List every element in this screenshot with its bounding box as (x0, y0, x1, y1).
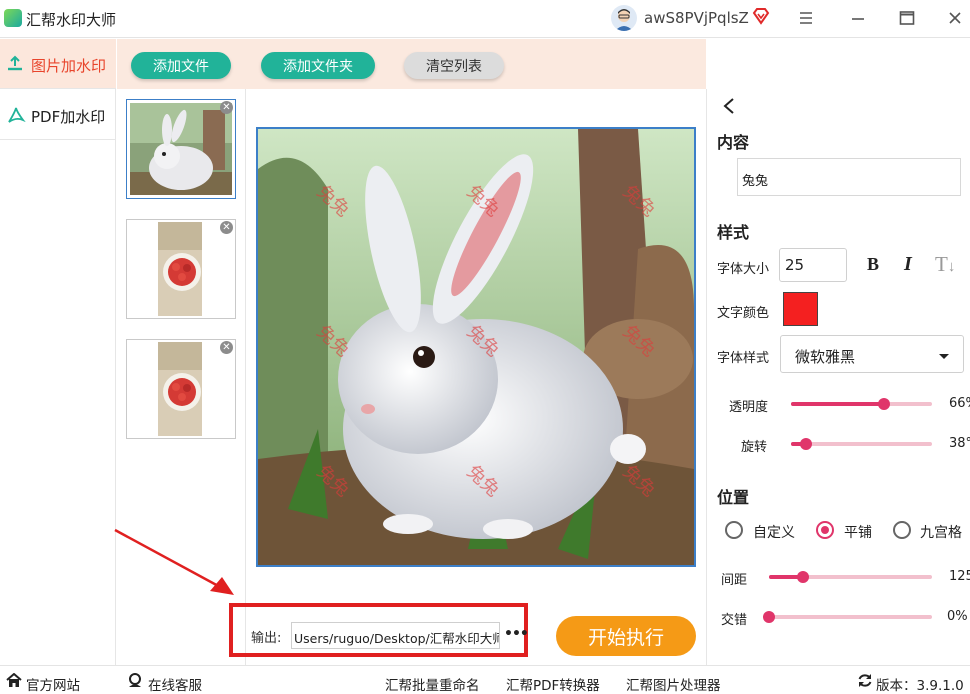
radio-custom[interactable] (725, 521, 743, 539)
bold-button[interactable]: B (867, 254, 879, 275)
image-processor-link[interactable]: 汇帮图片处理器 (626, 674, 721, 694)
sidebar-item-image-watermark[interactable]: 图片加水印 (0, 39, 116, 89)
spacing-value: 125 (949, 569, 970, 584)
sidebar-item-pdf-watermark[interactable]: PDF加水印 (0, 90, 116, 140)
pdf-icon (6, 106, 26, 128)
browse-more-button[interactable]: ••• (504, 626, 529, 642)
stagger-value: 0% (947, 609, 968, 624)
radio-custom-label: 自定义 (753, 525, 795, 541)
chevron-down-icon (938, 347, 950, 366)
title-bar: 汇帮水印大师 awS8PVjPqlsZ (0, 0, 970, 38)
radio-grid[interactable] (893, 521, 911, 539)
stagger-label: 交错 (721, 613, 748, 628)
refresh-icon[interactable] (857, 673, 873, 692)
settings-panel: 内容 兔兔 样式 字体大小 25 B I T↓ 文字颜色 字体样式 微软雅黑 透… (706, 89, 970, 665)
font-style-label: 字体样式 (717, 351, 770, 366)
sidebar: 图片加水印 PDF加水印 (0, 39, 116, 665)
spacing-slider-handle[interactable] (797, 571, 809, 583)
avatar[interactable] (611, 5, 637, 31)
opacity-slider[interactable] (791, 398, 932, 410)
opacity-label: 透明度 (729, 400, 769, 415)
strawberry-thumbnail-image (158, 222, 202, 316)
back-icon[interactable] (721, 97, 737, 119)
remove-file-icon[interactable]: ✕ (220, 221, 233, 234)
strawberry-thumbnail-image (158, 342, 202, 436)
rabbit-thumbnail-image (130, 103, 232, 195)
app-title: 汇帮水印大师 (26, 11, 117, 29)
file-thumbnail[interactable]: ✕ (126, 219, 236, 319)
remove-file-icon[interactable]: ✕ (220, 341, 233, 354)
start-button[interactable]: 开始执行 (556, 616, 696, 656)
radio-grid-label: 九宫格 (920, 525, 962, 541)
output-path-field[interactable]: Users/ruguo/Desktop/汇帮水印大师 (291, 622, 500, 649)
sidebar-item-label: PDF加水印 (31, 108, 106, 126)
output-label: 输出: (251, 631, 282, 646)
menu-icon[interactable] (798, 10, 814, 30)
toolbar: 添加文件 添加文件夹 清空列表 (117, 39, 706, 89)
preview-image: 兔兔 兔兔 兔兔 兔兔 兔兔 兔兔 兔兔 兔兔 兔兔 (256, 127, 696, 567)
add-file-button[interactable]: 添加文件 (131, 52, 231, 79)
text-color-label: 文字颜色 (717, 306, 770, 321)
opacity-slider-fill (791, 402, 885, 406)
annotation-arrow (114, 528, 234, 595)
file-thumbnail[interactable]: ✕ (126, 99, 236, 199)
text-format-label: T (935, 252, 948, 276)
style-heading: 样式 (717, 223, 750, 242)
remove-file-icon[interactable]: ✕ (220, 101, 233, 114)
add-folder-button[interactable]: 添加文件夹 (261, 52, 375, 79)
rename-tool-link[interactable]: 汇帮批量重命名 (385, 674, 480, 694)
watermark-text-input[interactable]: 兔兔 (737, 158, 961, 196)
content-heading: 内容 (717, 133, 750, 152)
file-thumbnail[interactable]: ✕ (126, 339, 236, 439)
rotate-value: 38° (949, 436, 970, 451)
opacity-slider-handle[interactable] (878, 398, 891, 410)
font-style-select[interactable]: 微软雅黑 (780, 335, 964, 373)
version-label: 版本：3.9.1.0 (876, 678, 964, 694)
color-swatch[interactable] (783, 292, 818, 326)
official-website-link[interactable]: 官方网站 (26, 674, 80, 694)
home-icon[interactable] (6, 672, 22, 692)
stagger-slider[interactable] (763, 611, 932, 623)
online-support-link[interactable]: 在线客服 (148, 674, 202, 694)
maximize-icon[interactable] (899, 10, 915, 30)
font-size-label: 字体大小 (717, 262, 770, 277)
font-style-value: 微软雅黑 (795, 348, 856, 366)
rotate-slider-handle[interactable] (799, 438, 812, 450)
footer: 官方网站 在线客服 汇帮批量重命名 汇帮PDF转换器 汇帮图片处理器 版本：3.… (0, 665, 970, 694)
sidebar-item-label: 图片加水印 (31, 57, 107, 75)
font-size-input[interactable]: 25 (779, 248, 847, 282)
stagger-slider-handle[interactable] (763, 611, 775, 623)
spacing-slider[interactable] (769, 571, 932, 583)
upload-icon (6, 55, 24, 77)
radio-tile-label: 平铺 (844, 525, 872, 541)
position-heading: 位置 (717, 488, 750, 507)
close-icon[interactable] (947, 10, 963, 30)
pdf-converter-link[interactable]: 汇帮PDF转换器 (506, 674, 600, 694)
minimize-icon[interactable] (850, 10, 866, 30)
username[interactable]: awS8PVjPqlsZ (644, 9, 749, 27)
opacity-value: 66% (949, 396, 970, 411)
vip-diamond-icon[interactable] (752, 7, 770, 29)
italic-button[interactable]: I (904, 253, 912, 276)
support-icon[interactable] (127, 673, 143, 692)
radio-tile[interactable] (816, 521, 834, 539)
rotate-label: 旋转 (741, 440, 768, 455)
spacing-label: 间距 (721, 573, 748, 588)
rotate-slider[interactable] (791, 438, 932, 450)
clear-list-button[interactable]: 清空列表 (404, 52, 504, 79)
app-logo (4, 9, 22, 27)
text-format-button[interactable]: T↓ (935, 252, 955, 277)
